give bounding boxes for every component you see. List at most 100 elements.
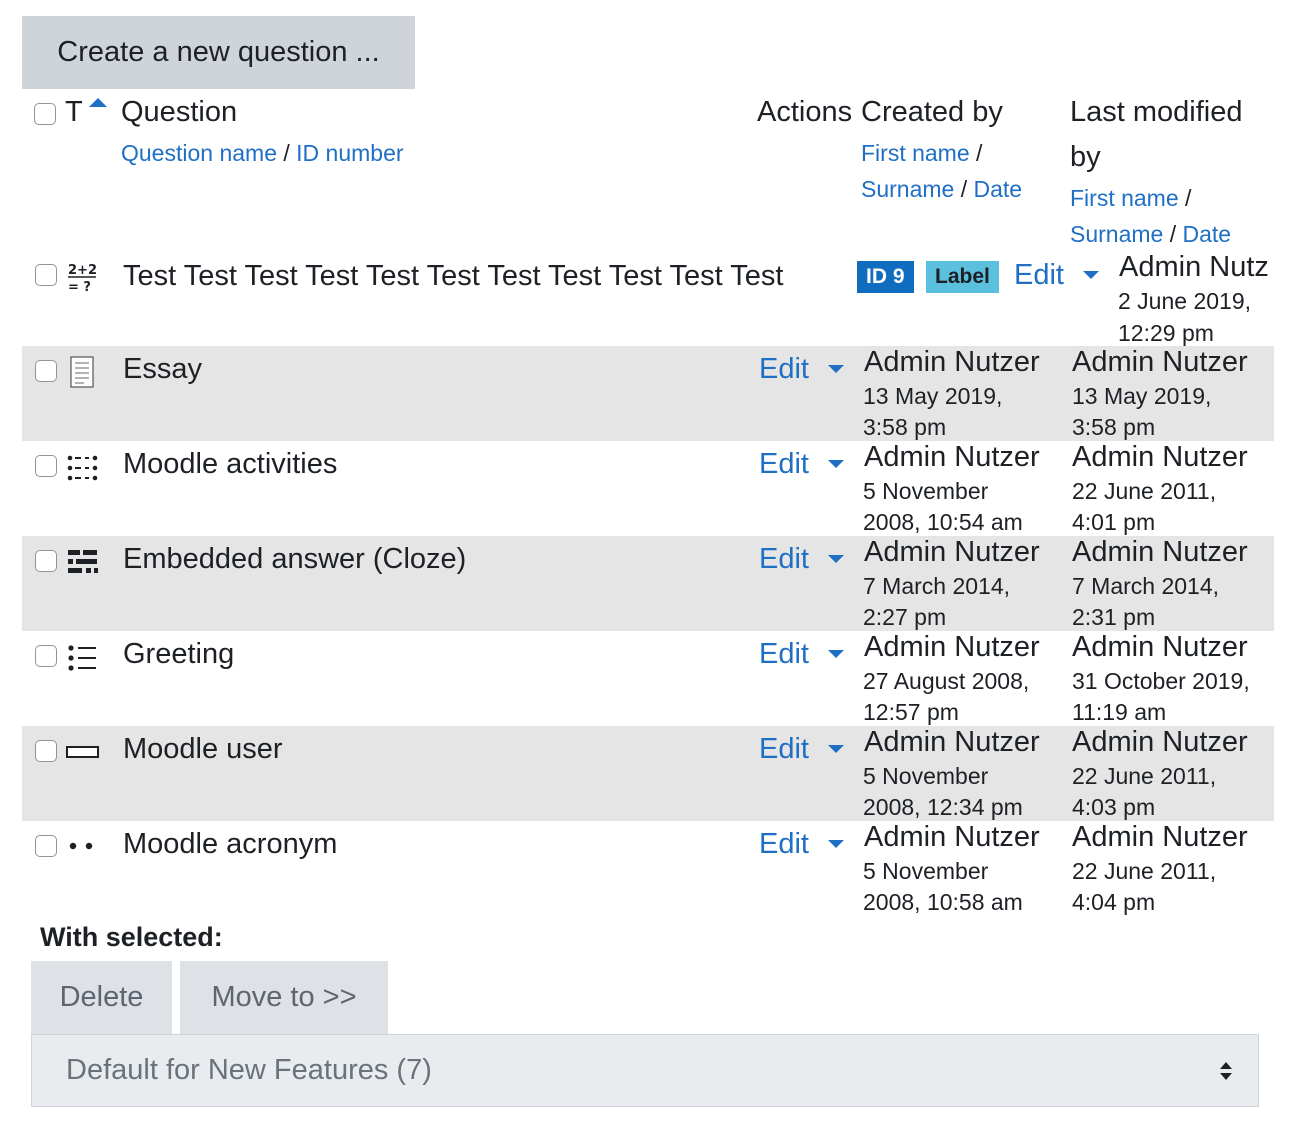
question-checkbox[interactable] <box>35 264 57 286</box>
sort-modified-first-name-link[interactable]: First name <box>1070 185 1179 211</box>
edit-menu[interactable]: Edit <box>1014 259 1064 292</box>
id-number-badge: ID 9 <box>857 261 914 293</box>
category-select-value: Default for New Features (7) <box>66 1054 432 1086</box>
question-sort-links: Question name / ID number <box>121 135 404 171</box>
question-checkbox[interactable] <box>35 360 57 382</box>
edit-menu[interactable]: Edit <box>759 733 809 766</box>
caret-down-icon[interactable] <box>828 840 844 848</box>
modified-time: 11:19 am <box>1072 699 1167 725</box>
question-name: Greeting <box>123 638 235 670</box>
sort-ascending-icon <box>89 98 107 107</box>
separator: / <box>1169 221 1177 247</box>
table-row: Moodle user Edit Admin Nutzer 5 November… <box>22 726 1274 821</box>
separator: / <box>283 140 290 166</box>
edit-menu[interactable]: Edit <box>759 638 809 671</box>
edit-menu[interactable]: Edit <box>759 828 809 861</box>
question-name: Embedded answer (Cloze) <box>123 543 467 575</box>
created-date: 5 November <box>863 478 989 504</box>
created-date: 7 March 2014, <box>863 573 1011 599</box>
created-by-name: Admin Nutzer <box>864 726 1040 758</box>
separator: / <box>976 140 983 166</box>
delete-button[interactable]: Delete <box>31 961 172 1034</box>
sort-created-first-name-link[interactable]: First name <box>861 140 970 166</box>
modified-time: 2:31 pm <box>1072 604 1156 630</box>
caret-down-icon[interactable] <box>1083 271 1099 279</box>
question-name: Moodle acronym <box>123 828 338 860</box>
separator: / <box>1185 185 1192 211</box>
edit-menu[interactable]: Edit <box>759 543 809 576</box>
created-date: 13 May 2019, <box>863 383 1003 409</box>
created-time: 3:58 pm <box>863 414 947 440</box>
question-name: Test Test Test Test Test Test Test Test … <box>123 260 784 292</box>
modified-date: 22 June 2011, <box>1072 478 1217 504</box>
question-checkbox[interactable] <box>35 550 57 572</box>
created-by-sort-links-2: Surname / Date <box>861 171 1022 207</box>
caret-down-icon[interactable] <box>828 650 844 658</box>
sort-modified-date-link[interactable]: Date <box>1183 221 1232 247</box>
matching-icon <box>67 455 98 481</box>
calculated-icon: 2+2 = ? <box>68 263 97 294</box>
truefalse-icon <box>69 842 93 850</box>
sort-by-type-link[interactable]: T <box>65 96 83 129</box>
label-badge: Label <box>926 261 999 293</box>
separator: / <box>960 176 968 202</box>
sort-id-number-link[interactable]: ID number <box>296 140 403 166</box>
modified-time: 4:04 pm <box>1072 889 1156 915</box>
modified-time: 4:01 pm <box>1072 509 1156 535</box>
caret-down-icon[interactable] <box>828 745 844 753</box>
created-time: 12:29 pm <box>1118 320 1214 346</box>
created-date: 2 June 2019, <box>1118 288 1252 314</box>
create-new-question-button[interactable]: Create a new question ... <box>22 16 415 89</box>
modified-date: 13 May 2019, <box>1072 383 1212 409</box>
created-date: 27 August 2008, <box>863 668 1030 694</box>
created-by-name: Admin Nutzer <box>864 441 1040 473</box>
last-modified-column-header-2: by <box>1070 141 1101 173</box>
modified-date: 22 June 2011, <box>1072 763 1217 789</box>
created-by-name: Admin Nutz <box>1119 251 1269 283</box>
select-all-checkbox[interactable] <box>34 103 56 125</box>
caret-down-icon[interactable] <box>828 460 844 468</box>
shortanswer-icon <box>66 746 99 758</box>
sort-modified-surname-link[interactable]: Surname <box>1070 221 1163 247</box>
question-name: Essay <box>123 353 202 385</box>
svg-text:2+2: 2+2 <box>68 263 97 278</box>
sort-created-surname-link[interactable]: Surname <box>861 176 954 202</box>
created-time: 2008, 10:58 am <box>863 889 1023 915</box>
edit-menu[interactable]: Edit <box>759 448 809 481</box>
created-by-name: Admin Nutzer <box>864 631 1040 663</box>
created-by-name: Admin Nutzer <box>864 821 1040 853</box>
modified-time: 3:58 pm <box>1072 414 1156 440</box>
actions-column-header: Actions <box>757 96 853 128</box>
created-by-name: Admin Nutzer <box>864 346 1040 378</box>
table-row: Essay Edit Admin Nutzer 13 May 2019, 3:5… <box>22 346 1274 441</box>
modified-by-name: Admin Nutzer <box>1072 536 1248 568</box>
sort-question-name-link[interactable]: Question name <box>121 140 277 166</box>
caret-down-icon[interactable] <box>828 365 844 373</box>
table-row: 2+2 = ? Test Test Test Test Test Test Te… <box>22 251 1274 346</box>
table-row: Greeting Edit Admin Nutzer 27 August 200… <box>22 631 1274 726</box>
select-arrows-icon <box>1220 1062 1232 1080</box>
created-by-column-header: Created by <box>861 96 1003 128</box>
question-checkbox[interactable] <box>35 455 57 477</box>
question-checkbox[interactable] <box>35 835 57 857</box>
question-checkbox[interactable] <box>35 645 57 667</box>
svg-text:= ?: = ? <box>68 280 91 294</box>
sort-created-date-link[interactable]: Date <box>974 176 1023 202</box>
modified-date: 7 March 2014, <box>1072 573 1220 599</box>
category-select[interactable]: Default for New Features (7) <box>31 1034 1259 1107</box>
move-to-button[interactable]: Move to >> <box>180 961 388 1034</box>
created-date: 5 November <box>863 763 989 789</box>
modified-date: 31 October 2019, <box>1072 668 1250 694</box>
table-row: Moodle acronym Edit Admin Nutzer 5 Novem… <box>22 821 1274 916</box>
created-time: 2008, 12:34 pm <box>863 794 1023 820</box>
essay-icon <box>70 356 94 388</box>
table-row: Embedded answer (Cloze) Edit Admin Nutze… <box>22 536 1274 631</box>
caret-down-icon[interactable] <box>828 555 844 563</box>
question-checkbox[interactable] <box>35 740 57 762</box>
edit-menu[interactable]: Edit <box>759 353 809 386</box>
question-name: Moodle activities <box>123 448 338 480</box>
modified-by-name: Admin Nutzer <box>1072 441 1248 473</box>
modified-by-name: Admin Nutzer <box>1072 726 1248 758</box>
modified-by-sort-links: First name / <box>1070 180 1191 216</box>
modified-by-name: Admin Nutzer <box>1072 346 1248 378</box>
